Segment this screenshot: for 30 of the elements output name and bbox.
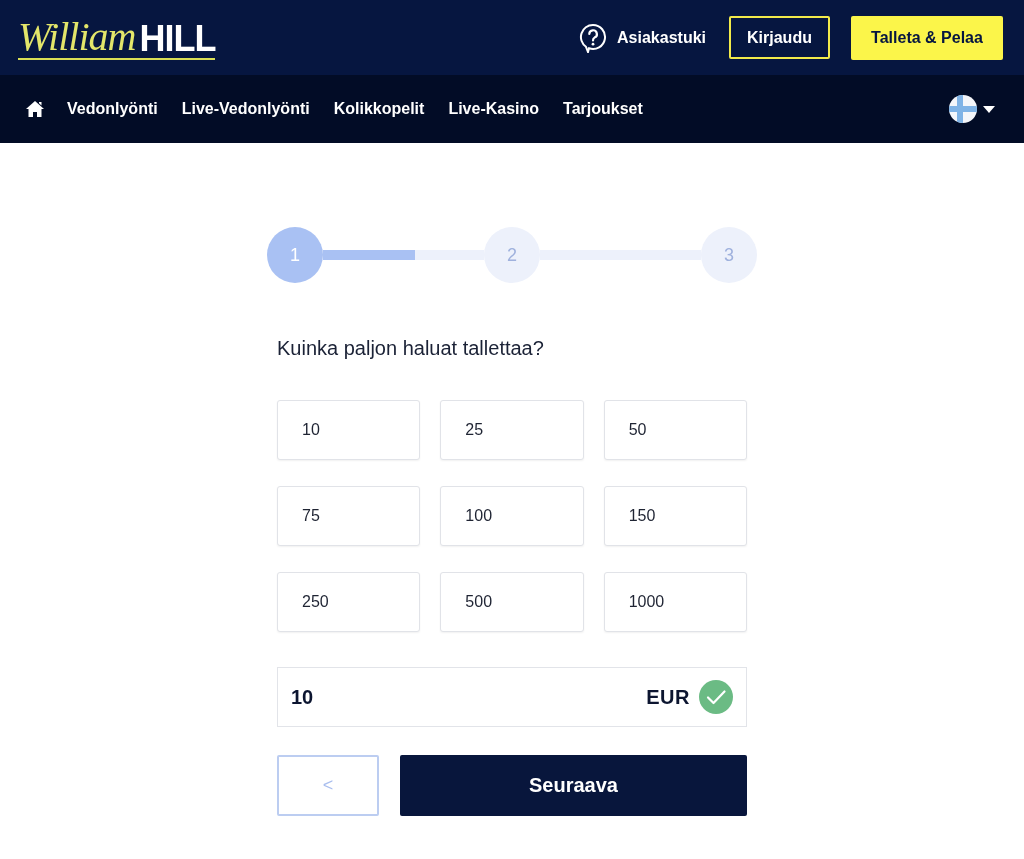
help-icon [579, 22, 608, 53]
nav-link[interactable]: Kolikkopelit [333, 100, 425, 118]
flag-icon[interactable] [949, 95, 977, 123]
amount-option[interactable]: 1000 [603, 572, 747, 632]
deposit-button[interactable]: Talleta & Pelaa [851, 15, 1003, 60]
amount-value: 10 [291, 685, 314, 709]
amount-option[interactable]: 50 [603, 400, 747, 460]
amount-option[interactable]: 250 [277, 572, 421, 632]
step-circle: 3 [701, 227, 757, 283]
step-circle: 2 [484, 227, 540, 283]
amount-option[interactable]: 500 [440, 572, 584, 632]
next-button[interactable]: Seuraava [400, 755, 747, 816]
amount-option[interactable]: 25 [440, 400, 584, 460]
home-icon[interactable] [26, 101, 44, 117]
step-circle: 1 [267, 227, 323, 283]
amount-option[interactable]: 100 [440, 486, 584, 546]
nav-link[interactable]: Live-Kasino [448, 100, 540, 118]
question-text: Kuinka paljon haluat tallettaa? [277, 336, 545, 360]
amount-option[interactable]: 150 [603, 486, 747, 546]
amount-option[interactable]: 10 [277, 400, 421, 460]
nav-link[interactable]: Tarjoukset [563, 100, 643, 118]
currency-label: EUR [646, 685, 690, 709]
support-link[interactable]: Asiakastuki [579, 22, 706, 53]
amount-option[interactable]: 75 [277, 486, 421, 546]
amount-input[interactable]: 10 EUR [277, 667, 747, 727]
nav-link[interactable]: Vedonlyönti [67, 100, 158, 118]
login-button[interactable]: Kirjaudu [729, 16, 830, 59]
logo-link[interactable]: WilliamHILL [18, 17, 216, 60]
caret-icon[interactable] [983, 105, 995, 113]
nav-link[interactable]: Live-Vedonlyönti [181, 100, 310, 118]
